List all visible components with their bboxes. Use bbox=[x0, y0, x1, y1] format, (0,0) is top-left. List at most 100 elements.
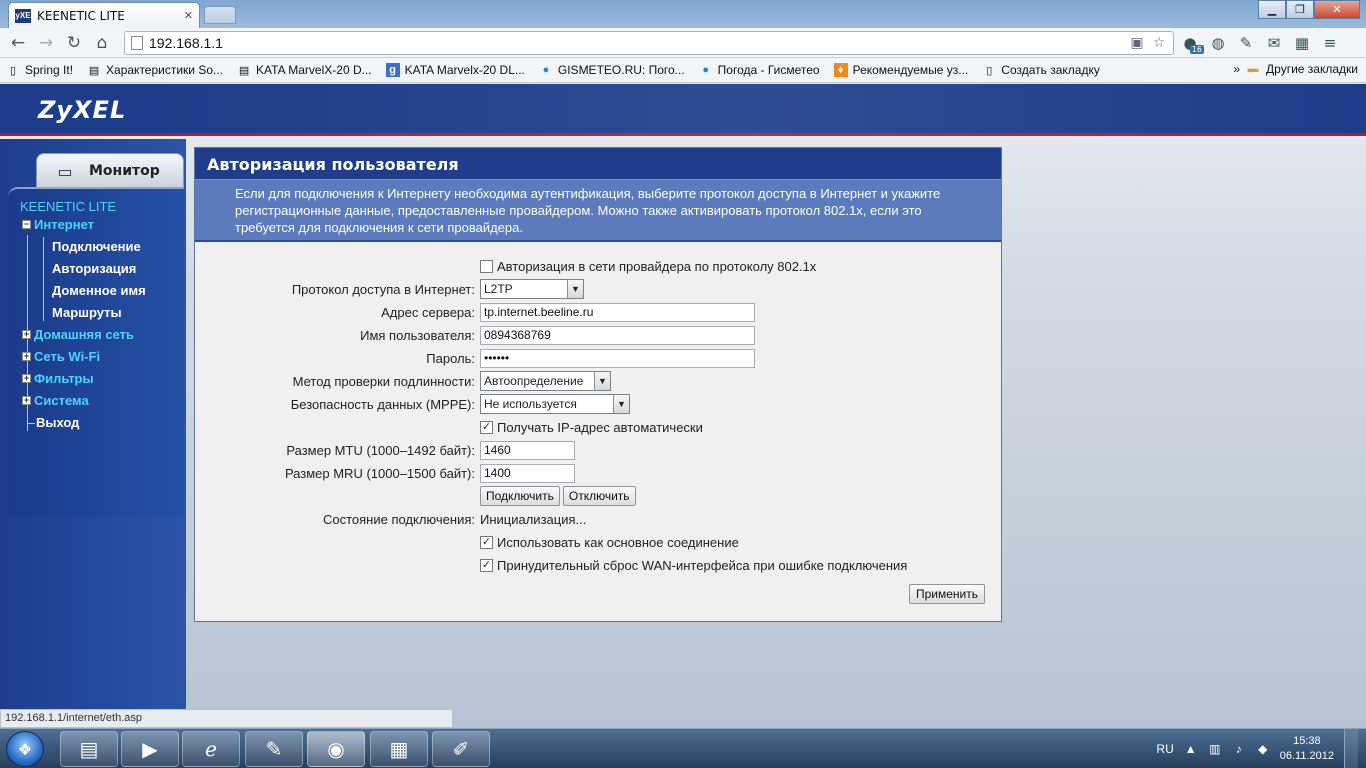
device-name: KEENETIC LITE bbox=[20, 199, 117, 214]
row-mppe: Безопасность данных (MPPE): Не используе… bbox=[195, 393, 1001, 415]
bookmark-item[interactable]: ▤ Характеристики So... bbox=[87, 63, 223, 77]
zyxel-favicon-icon: ZyXEL bbox=[11, 8, 35, 23]
auto-ip-checkbox[interactable]: ✓ bbox=[480, 420, 493, 434]
clock[interactable]: 15:38 06.11.2012 bbox=[1280, 734, 1334, 764]
address-url[interactable]: 192.168.1.1 bbox=[149, 35, 1123, 51]
sidebar-item-exit[interactable]: Выход bbox=[36, 415, 79, 430]
taskbar-explorer-icon[interactable]: ▤ bbox=[60, 731, 118, 767]
bookmark-item[interactable]: ▯ Spring It! bbox=[6, 63, 73, 77]
language-indicator[interactable]: RU bbox=[1156, 742, 1173, 756]
google-icon: g bbox=[385, 63, 400, 77]
chevron-right-icon[interactable]: » bbox=[1233, 62, 1240, 76]
extension-weather-icon[interactable]: ● 16 bbox=[1178, 32, 1204, 54]
sidebar-item-domain-name[interactable]: Доменное имя bbox=[52, 283, 146, 298]
extension-mail-icon[interactable]: ✉ bbox=[1262, 32, 1286, 54]
page-icon: ▯ bbox=[9, 64, 17, 77]
taskbar: ❖ ▤ ▶ ℯ ✎ ◉ ▦ ✐ RU ▲ ▥ ♪ ◆ 15:38 06.11.2… bbox=[0, 728, 1366, 768]
expand-icon[interactable]: + bbox=[22, 396, 31, 405]
monitor-label: Монитор bbox=[89, 163, 160, 179]
extension-tool-icon[interactable]: ✎ bbox=[1234, 32, 1258, 54]
sidebar-item-connection[interactable]: Подключение bbox=[52, 239, 141, 254]
monitor-tab[interactable]: ▭ Монитор bbox=[36, 153, 184, 189]
auto-ip-label: Получать IP-адрес автоматически bbox=[497, 419, 703, 435]
forward-button[interactable]: → bbox=[34, 31, 58, 55]
wrench-menu-icon[interactable]: ≡ bbox=[1318, 32, 1342, 54]
close-window-button[interactable]: ✕ bbox=[1314, 0, 1360, 19]
disconnect-button[interactable]: Отключить bbox=[562, 486, 636, 506]
volume-icon[interactable]: ♪ bbox=[1232, 742, 1246, 756]
collapse-icon[interactable]: − bbox=[22, 220, 31, 229]
row-server: Адрес сервера: tp.internet.beeline.ru bbox=[195, 301, 1001, 323]
expand-icon[interactable]: + bbox=[22, 330, 31, 339]
extension-box-icon[interactable]: ▦ bbox=[1290, 32, 1314, 54]
password-input[interactable]: •••••• bbox=[480, 348, 755, 368]
extension-globe-icon[interactable]: ◍ bbox=[1206, 32, 1230, 54]
bookmark-item[interactable]: g KATA Marvelx-20 DL... bbox=[385, 63, 525, 77]
bookmark-item[interactable]: ● Погода - Гисметео bbox=[699, 63, 819, 77]
tray-expand-icon[interactable]: ▲ bbox=[1184, 742, 1198, 756]
sidebar-item-routes[interactable]: Маршруты bbox=[52, 305, 122, 320]
star-icon[interactable]: ☆ bbox=[1151, 35, 1167, 51]
connect-button[interactable]: Подключить bbox=[480, 486, 560, 506]
bookmark-icon: ▤ bbox=[88, 64, 100, 77]
chevron-down-icon: ▼ bbox=[567, 280, 583, 298]
address-bar[interactable]: 192.168.1.1 ▣ ☆ bbox=[124, 30, 1174, 55]
auth-8021x-checkbox[interactable] bbox=[480, 259, 493, 273]
expand-icon[interactable]: + bbox=[22, 374, 31, 383]
mppe-select[interactable]: Не используется ▼ bbox=[480, 394, 630, 414]
bookmark-item[interactable]: ♦ Рекомендуемые уз... bbox=[833, 63, 968, 77]
taskbar-ie-icon[interactable]: ℯ bbox=[182, 731, 240, 767]
tab-keenetic[interactable]: ZyXEL KEENETIC LITE ✕ bbox=[8, 2, 200, 28]
sidebar-item-wifi[interactable]: + Сеть Wi-Fi bbox=[22, 349, 100, 364]
restore-button[interactable]: ❐ bbox=[1286, 0, 1314, 19]
tree-line bbox=[43, 237, 44, 321]
translate-icon[interactable]: ▣ bbox=[1129, 35, 1145, 51]
username-input[interactable]: 0894368769 bbox=[480, 325, 755, 345]
row-connect-buttons: Подключить Отключить bbox=[195, 485, 1001, 507]
clock-time: 15:38 bbox=[1293, 735, 1321, 747]
server-input[interactable]: tp.internet.beeline.ru bbox=[480, 302, 755, 322]
other-bookmarks[interactable]: » ▬ Другие закладки bbox=[1233, 62, 1358, 76]
sidebar-item-internet[interactable]: − Интернет bbox=[22, 217, 94, 232]
taskbar-paint-icon[interactable]: ✐ bbox=[432, 731, 490, 767]
auth-panel: Авторизация пользователя Если для подклю… bbox=[194, 147, 1002, 622]
taskbar-media-player-icon[interactable]: ▶ bbox=[121, 731, 179, 767]
bookmark-item[interactable]: ● GISMETEO.RU: Пого... bbox=[539, 63, 685, 77]
page-icon bbox=[131, 35, 143, 50]
bookmark-item[interactable]: ▯ Создать закладку bbox=[982, 63, 1100, 77]
network-icon[interactable]: ▥ bbox=[1208, 742, 1222, 756]
minimize-button[interactable]: ▁ bbox=[1258, 0, 1286, 19]
tab-close-icon[interactable]: ✕ bbox=[184, 9, 193, 22]
start-button[interactable]: ❖ bbox=[6, 731, 44, 767]
row-username: Имя пользователя: 0894368769 bbox=[195, 324, 1001, 346]
bookmark-item[interactable]: ▤ KATA MarvelX-20 D... bbox=[237, 63, 372, 77]
mru-label: Размер MRU (1000–1500 байт): bbox=[284, 465, 475, 481]
back-button[interactable]: ← bbox=[6, 31, 30, 55]
protocol-select[interactable]: L2TP ▼ bbox=[480, 279, 584, 299]
row-auth-method: Метод проверки подлинности: Автоопределе… bbox=[195, 370, 1001, 392]
status-value: Инициализация... bbox=[480, 511, 587, 527]
show-desktop-button[interactable] bbox=[1344, 729, 1358, 768]
taskbar-chrome-icon[interactable]: ◉ bbox=[307, 731, 365, 767]
taskbar-tool-icon[interactable]: ✎ bbox=[245, 731, 303, 767]
wan-reset-checkbox[interactable]: ✓ bbox=[480, 558, 493, 572]
extension-badge: 16 bbox=[1189, 44, 1204, 54]
sidebar-item-filters[interactable]: + Фильтры bbox=[22, 371, 94, 386]
mtu-input[interactable]: 1460 bbox=[480, 440, 575, 460]
taskbar-control-panel-icon[interactable]: ▦ bbox=[370, 731, 428, 767]
home-button[interactable]: ⌂ bbox=[90, 31, 114, 55]
auth-method-select[interactable]: Автоопределение ▼ bbox=[480, 371, 611, 391]
row-primary-connection: ✓ Использовать как основное соединение bbox=[195, 531, 1001, 553]
sidebar-item-authorization[interactable]: Авторизация bbox=[52, 261, 136, 276]
mru-input[interactable]: 1400 bbox=[480, 463, 575, 483]
primary-connection-checkbox[interactable]: ✓ bbox=[480, 535, 493, 549]
new-tab-button[interactable] bbox=[204, 6, 236, 24]
sidebar-item-system[interactable]: + Система bbox=[22, 393, 89, 408]
status-url: 192.168.1.1/internet/eth.asp bbox=[0, 709, 453, 728]
dropbox-icon[interactable]: ◆ bbox=[1256, 742, 1270, 756]
sidebar-item-home-network[interactable]: + Домашняя сеть bbox=[22, 327, 134, 342]
apply-button[interactable]: Применить bbox=[909, 584, 986, 604]
expand-icon[interactable]: + bbox=[22, 352, 31, 361]
reload-button[interactable]: ↻ bbox=[62, 31, 86, 55]
tab-title: KEENETIC LITE bbox=[37, 8, 125, 23]
